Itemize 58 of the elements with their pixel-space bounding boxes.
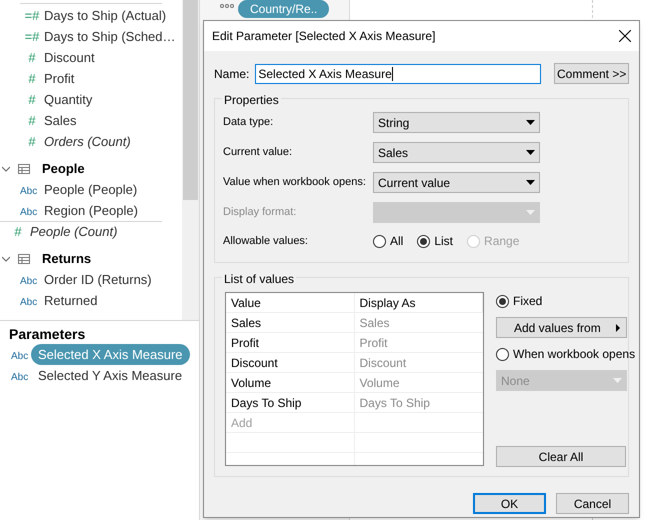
type-glyph: Abc xyxy=(11,372,28,382)
name-label: Name: xyxy=(214,66,250,82)
dialog-button[interactable]: Cancel xyxy=(556,493,629,514)
table-name[interactable]: Returns xyxy=(38,249,92,269)
property-label: Data type: xyxy=(223,115,274,130)
dropdown-select[interactable]: String xyxy=(373,112,540,133)
field-label[interactable]: Discount xyxy=(44,48,95,68)
field-label[interactable]: Days to Ship (Actual) xyxy=(44,6,166,26)
type-glyph: Abc xyxy=(20,296,38,308)
dropdown-select[interactable]: Sales xyxy=(373,142,540,163)
type-glyph: Abc xyxy=(20,206,38,218)
radio-label: List xyxy=(434,233,454,250)
field-label[interactable]: Quantity xyxy=(44,90,92,110)
table-cell[interactable]: Days To Ship xyxy=(226,393,354,412)
type-glyph: # xyxy=(14,223,22,242)
field-label[interactable]: Region (People) xyxy=(44,200,138,220)
radio-label: Range xyxy=(484,233,520,250)
type-glyph: Abc xyxy=(20,186,38,196)
table-cell[interactable]: Discount xyxy=(226,353,354,372)
radio-label: When workbook opens xyxy=(513,346,636,363)
type-glyph: Abc xyxy=(11,350,28,362)
field-label[interactable]: Order ID (Returns) xyxy=(44,270,152,290)
property-label: Value when workbook opens: xyxy=(223,175,367,190)
dialog-button[interactable]: OK xyxy=(473,493,546,514)
field-label[interactable]: Orders (Count) xyxy=(44,132,131,152)
parameter-item[interactable]: Selected Y Axis Measure xyxy=(31,364,190,386)
field-label[interactable]: Returned xyxy=(44,290,98,310)
name-field[interactable]: Selected X Axis Measure xyxy=(255,64,542,84)
clear-all-button[interactable]: Clear All xyxy=(496,446,626,467)
property-label: Display format: xyxy=(223,205,298,220)
type-glyph: # xyxy=(28,132,36,151)
property-label: Allowable values: xyxy=(223,234,309,249)
radio-label: Fixed xyxy=(513,293,542,310)
type-glyph: # xyxy=(28,48,36,67)
table-cell[interactable]: Profit xyxy=(226,333,354,352)
section-title: Parameters xyxy=(8,325,86,344)
type-glyph: =# xyxy=(24,28,40,46)
column-header: Display As xyxy=(354,293,483,312)
table-cell[interactable]: Sales xyxy=(226,313,354,332)
table-name[interactable]: People xyxy=(38,159,85,179)
field-label[interactable]: Days to Ship (Sched… xyxy=(44,26,176,46)
property-label: Current value: xyxy=(223,145,294,160)
column-header: Value xyxy=(226,293,354,312)
type-glyph: =# xyxy=(24,6,40,25)
window-title: Edit Parameter [Selected X Axis Measure] xyxy=(212,28,436,45)
type-glyph: # xyxy=(28,70,36,88)
field-label[interactable]: Sales xyxy=(44,110,77,130)
add-values-button[interactable]: Add values from xyxy=(496,317,627,338)
field-label[interactable]: Profit xyxy=(44,68,74,88)
comment-button[interactable]: Comment >> xyxy=(554,63,629,84)
dropdown-select[interactable]: Current value xyxy=(373,172,540,193)
type-glyph: # xyxy=(28,112,36,130)
table-cell[interactable]: Volume xyxy=(226,373,354,392)
type-glyph: Abc xyxy=(20,276,38,286)
field-label[interactable]: People (People) xyxy=(44,180,138,200)
radio-label: All xyxy=(390,233,404,250)
field-label[interactable]: People (Count) xyxy=(30,222,118,242)
type-glyph: # xyxy=(28,90,36,109)
